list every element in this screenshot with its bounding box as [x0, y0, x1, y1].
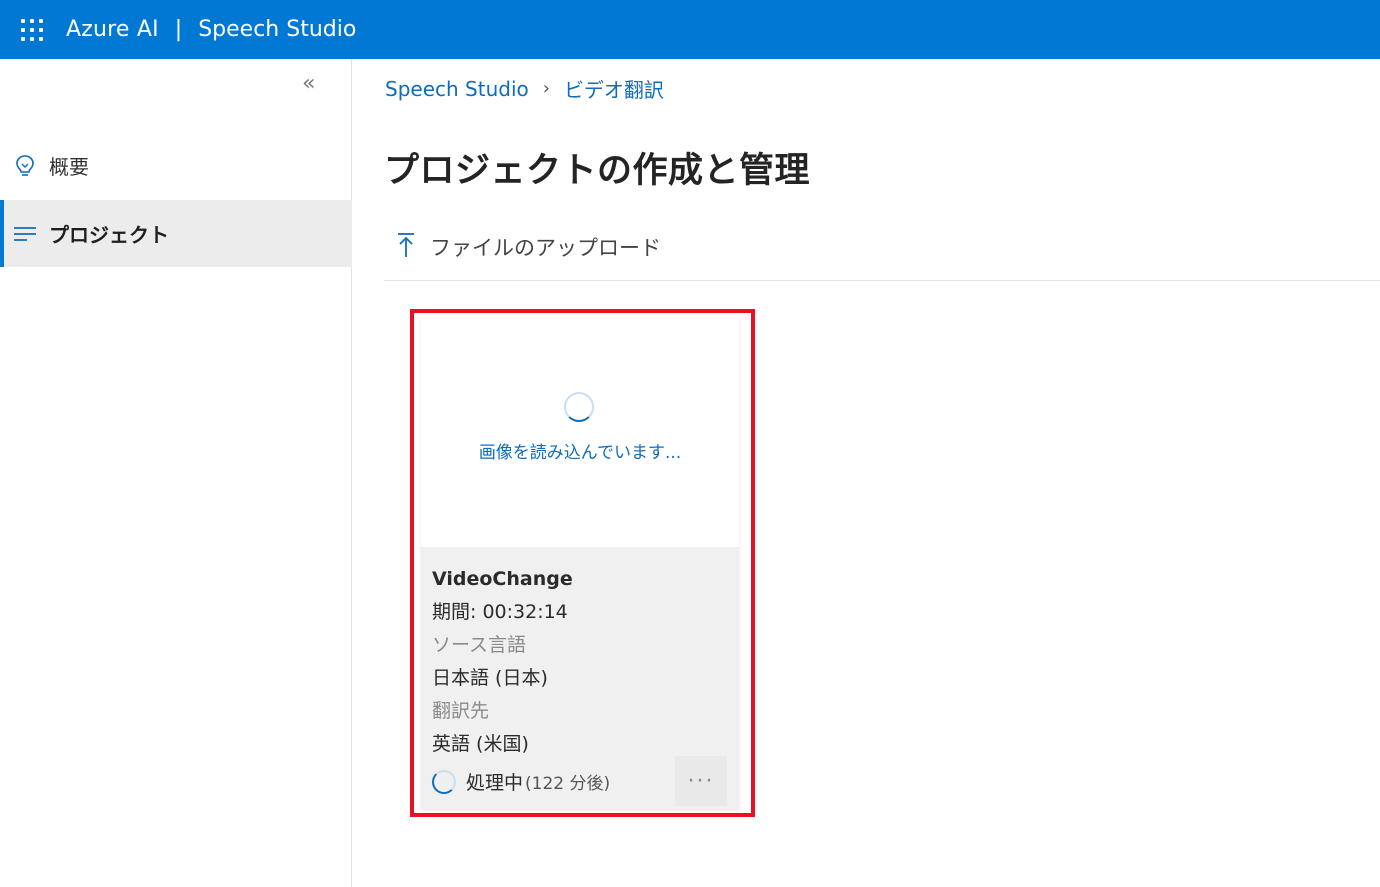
- upload-file-button[interactable]: ファイルのアップロード: [396, 232, 661, 262]
- source-language-value: 日本語 (日本): [432, 667, 548, 689]
- breadcrumb-root[interactable]: Speech Studio: [385, 77, 529, 101]
- project-name: VideoChange: [432, 568, 573, 590]
- header-separator: |: [174, 17, 183, 42]
- status-text: 処理中: [466, 772, 524, 794]
- collapse-sidebar-icon[interactable]: «: [302, 73, 315, 95]
- loading-spinner-icon: [564, 392, 594, 422]
- sidebar-item-overview[interactable]: 概要: [0, 132, 352, 199]
- sidebar-item-projects[interactable]: プロジェクト: [0, 200, 352, 267]
- processing-spinner-icon: [432, 769, 456, 794]
- page-title: プロジェクトの作成と管理: [384, 151, 811, 191]
- source-language-label: ソース言語: [432, 634, 527, 656]
- sidebar-item-label: 概要: [49, 155, 89, 179]
- project-card[interactable]: 画像を読み込んでいます... VideoChange 期間: 00:32:14 …: [421, 319, 739, 809]
- app-launcher-icon[interactable]: [21, 17, 47, 43]
- list-icon: [13, 222, 37, 246]
- project-duration: 期間: 00:32:14: [432, 601, 568, 623]
- chevron-right-icon: ›: [542, 78, 550, 99]
- command-bar: ファイルのアップロード: [384, 214, 1380, 281]
- more-options-button[interactable]: ···: [675, 756, 727, 806]
- product-name[interactable]: Speech Studio: [198, 17, 356, 42]
- upload-file-label: ファイルのアップロード: [430, 236, 661, 260]
- breadcrumb-current[interactable]: ビデオ翻訳: [564, 74, 664, 103]
- top-bar: Azure AI | Speech Studio: [0, 0, 1380, 59]
- breadcrumb: Speech Studio › ビデオ翻訳: [385, 74, 664, 103]
- lightbulb-icon: [13, 154, 37, 178]
- sidebar: « 概要 プロジェクト: [0, 59, 352, 887]
- upload-arrow-icon: [396, 232, 416, 262]
- status-indicator: 処理中 (122 分後): [432, 768, 610, 795]
- project-info: VideoChange 期間: 00:32:14 ソース言語 日本語 (日本) …: [432, 563, 732, 761]
- thumbnail-area: 画像を読み込んでいます...: [421, 319, 739, 547]
- sidebar-item-label: プロジェクト: [49, 223, 169, 247]
- status-eta: (122 分後): [525, 774, 611, 794]
- loading-text: 画像を読み込んでいます...: [478, 443, 682, 463]
- brand-name: Azure AI: [66, 17, 159, 42]
- target-language-label: 翻訳先: [432, 700, 490, 722]
